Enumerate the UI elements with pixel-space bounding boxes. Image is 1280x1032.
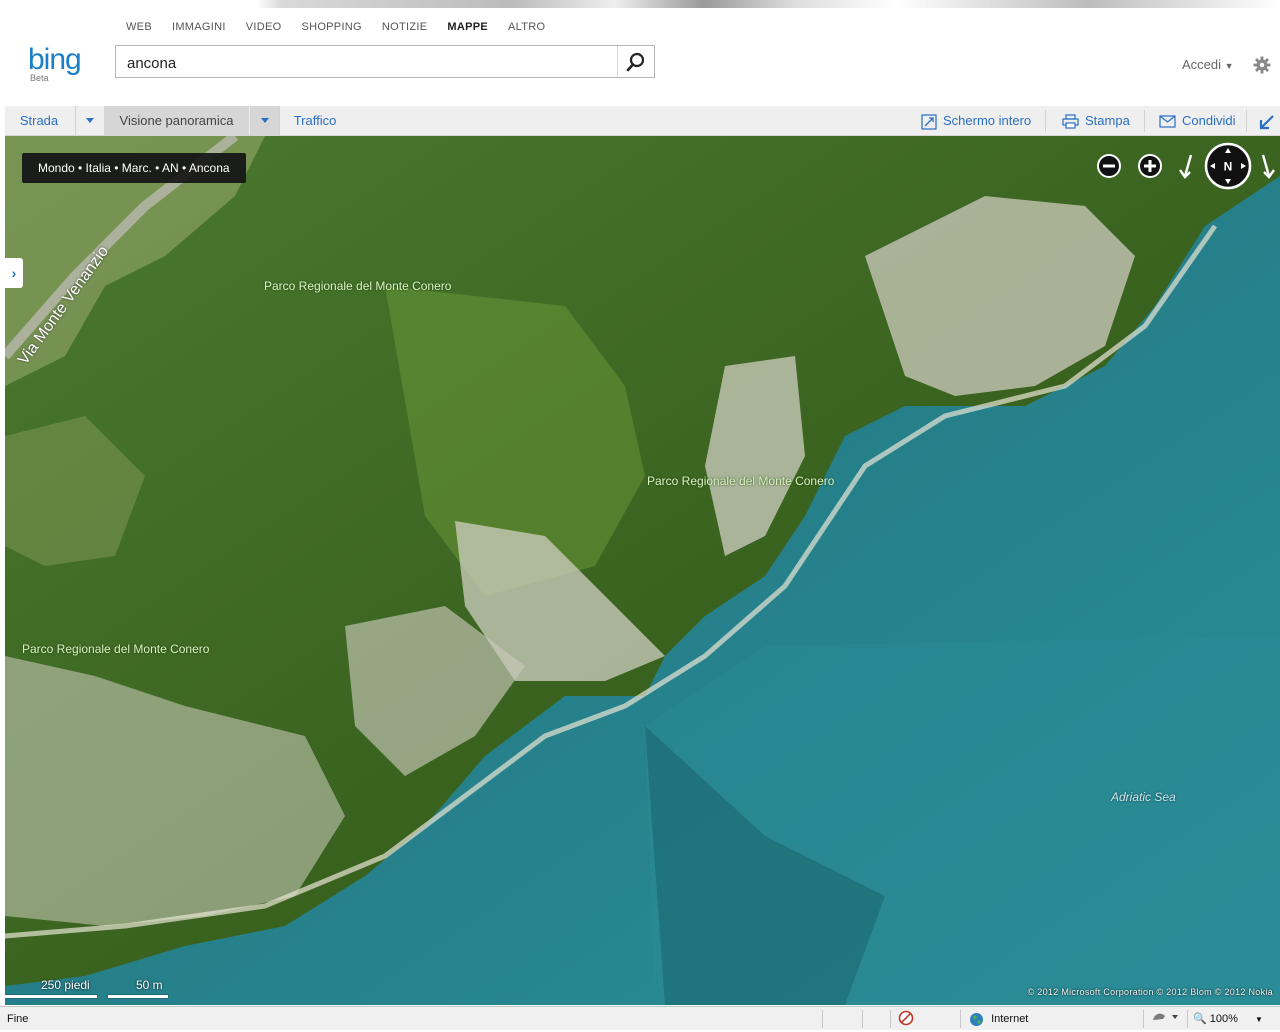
copyright-text: © 2012 Microsoft Corporation © 2012 Blom…	[1027, 987, 1273, 997]
search-input[interactable]	[125, 52, 609, 74]
compass-label: N	[1224, 160, 1233, 174]
globe-icon	[970, 1012, 983, 1026]
toolbar-divider	[1144, 110, 1145, 132]
traffic-button[interactable]: Traffico	[279, 106, 350, 135]
birdseye-view-dropdown[interactable]	[250, 106, 279, 135]
map-toolbar: Strada Visione panoramica Traffico Scher…	[5, 106, 1280, 136]
search-box	[115, 45, 655, 78]
status-divider	[890, 1010, 891, 1028]
logo-text: bing	[28, 43, 82, 76]
toolbar-divider	[1246, 110, 1247, 132]
vertical-nav: WEB IMMAGINI VIDEO SHOPPING NOTIZIE MAPP…	[126, 21, 545, 33]
road-view-dropdown[interactable]	[75, 106, 104, 135]
nav-web[interactable]: WEB	[126, 21, 152, 33]
mail-icon	[1159, 115, 1176, 128]
nav-shopping[interactable]: SHOPPING	[301, 21, 361, 33]
print-button[interactable]: Stampa	[1062, 106, 1130, 135]
nav-maps[interactable]: MAPPE	[447, 21, 488, 33]
map-label-park: Parco Regionale del Monte Conero	[647, 474, 835, 488]
zoom-in-button[interactable]	[1137, 153, 1163, 184]
rotate-right-icon	[1261, 154, 1275, 179]
scale-metric-bar	[108, 995, 168, 998]
nav-images[interactable]: IMMAGINI	[172, 21, 226, 33]
fullscreen-label: Schermo intero	[943, 113, 1032, 128]
rotate-left-button[interactable]	[1177, 152, 1197, 185]
rotate-left-icon	[1179, 154, 1193, 179]
birdseye-view-button[interactable]: Visione panoramica	[104, 106, 249, 135]
zone-label: Internet	[991, 1013, 1029, 1025]
collapse-panel-button[interactable]	[1259, 106, 1275, 135]
browser-status-bar: Fine Internet 🔍 100% ▼	[0, 1006, 1280, 1030]
scale-imperial-label: 250 piedi	[41, 978, 90, 992]
status-divider	[862, 1010, 863, 1028]
caret-down-icon: ▼	[1224, 61, 1234, 71]
status-divider	[960, 1010, 961, 1028]
map-label-park: Parco Regionale del Monte Conero	[22, 642, 210, 656]
rotate-right-button[interactable]	[1257, 152, 1277, 185]
status-divider	[1143, 1010, 1144, 1028]
status-divider	[1187, 1010, 1188, 1028]
settings-button[interactable]	[1253, 56, 1271, 79]
gear-icon	[1253, 56, 1271, 74]
expand-panel-tab[interactable]: ›	[5, 258, 23, 288]
printer-icon	[1062, 114, 1079, 129]
popup-blocker-icon[interactable]	[898, 1010, 914, 1028]
zoom-out-button[interactable]	[1096, 153, 1122, 184]
security-zone[interactable]: Internet	[969, 1010, 1028, 1028]
signin-label: Accedi	[1182, 57, 1222, 72]
map-label-sea: Adriatic Sea	[1111, 790, 1176, 804]
arrow-down-left-icon	[1259, 114, 1274, 129]
bing-logo[interactable]: bing Beta	[28, 43, 82, 84]
nav-more[interactable]: ALTRO	[508, 21, 545, 33]
top-decor-strip	[0, 0, 1280, 8]
status-text: Fine	[7, 1013, 29, 1025]
fullscreen-button[interactable]: Schermo intero	[921, 106, 1031, 135]
scale-imperial-bar	[5, 995, 97, 998]
magnifier-icon: 🔍	[1193, 1013, 1207, 1025]
compass-icon: N	[1204, 142, 1252, 190]
road-view-button[interactable]: Strada	[5, 106, 73, 135]
share-label: Condividi	[1182, 113, 1236, 128]
print-label: Stampa	[1085, 113, 1130, 128]
toolbar-divider	[1045, 110, 1046, 132]
nav-video[interactable]: VIDEO	[246, 21, 282, 33]
caret-down-icon: ▼	[1254, 1015, 1263, 1024]
zoom-out-icon	[1097, 154, 1121, 178]
share-button[interactable]: Condividi	[1159, 106, 1235, 135]
search-icon	[626, 52, 645, 71]
protected-mode-button[interactable]	[1151, 1010, 1181, 1028]
fullscreen-icon	[921, 113, 937, 130]
zoom-level-label: 100%	[1209, 1013, 1238, 1025]
aerial-imagery	[5, 136, 1280, 1005]
location-breadcrumb[interactable]: Mondo • Italia • Marc. • AN • Ancona	[22, 153, 246, 183]
map-label-park: Parco Regionale del Monte Conero	[264, 279, 452, 293]
status-divider	[822, 1010, 823, 1028]
map-canvas[interactable]: Parco Regionale del Monte Conero Parco R…	[5, 136, 1280, 1005]
search-button[interactable]	[617, 46, 654, 77]
logo-beta: Beta	[30, 73, 49, 83]
scale-metric-label: 50 m	[136, 978, 163, 992]
zoom-level-button[interactable]: 🔍 100% ▼	[1193, 1010, 1263, 1028]
compass-button[interactable]: N	[1204, 142, 1252, 195]
chevron-right-icon: ›	[11, 265, 17, 281]
protected-mode-icon	[1153, 1013, 1178, 1020]
nav-news[interactable]: NOTIZIE	[382, 21, 428, 33]
signin-link[interactable]: Accedi ▼	[1182, 57, 1234, 72]
zoom-in-icon	[1138, 154, 1162, 178]
